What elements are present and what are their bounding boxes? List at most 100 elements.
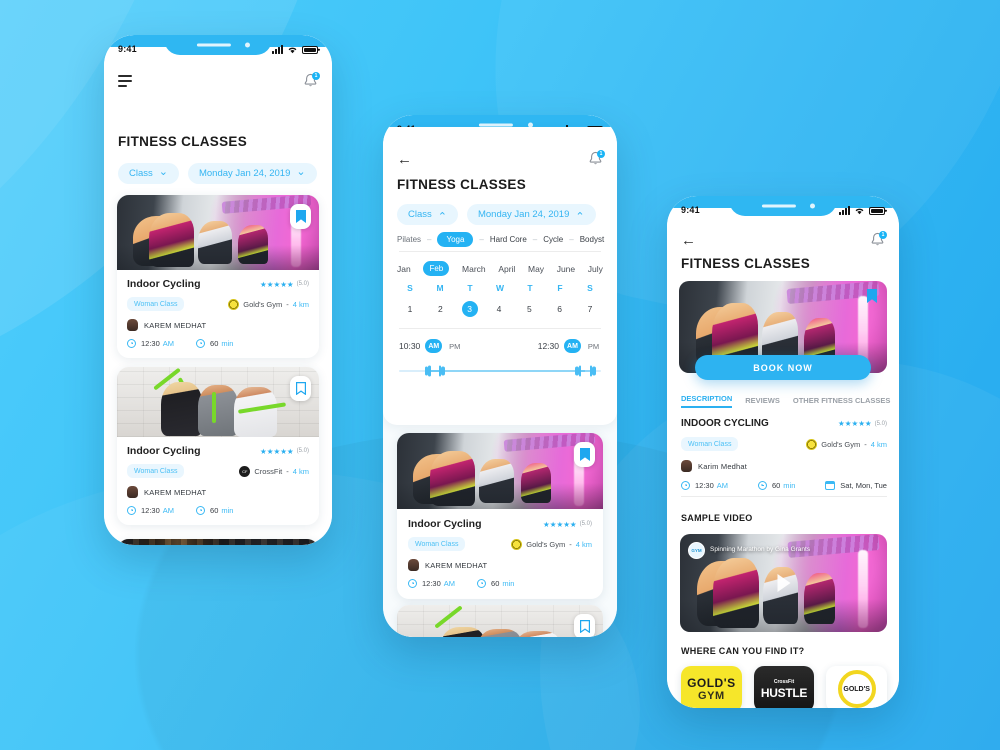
category-row: Pilates – Yoga – Hard Core – Cycle – Bod… [397, 232, 617, 247]
month-march[interactable]: March [462, 264, 486, 274]
class-card[interactable] [117, 539, 319, 545]
page-title: FITNESS CLASSES [118, 134, 248, 149]
tab-other-classes[interactable]: OTHER FITNESS CLASSES [793, 396, 891, 408]
class-time-value: 12:30 [695, 481, 714, 490]
sample-video-player[interactable]: GYM Spinning Marathon by Gina Grants [680, 534, 887, 632]
class-duration: 60 min [757, 481, 795, 490]
day-4[interactable]: 4 [490, 301, 508, 317]
slider-fill [431, 370, 585, 372]
calendar-icon [825, 481, 836, 490]
golds-gym-logo-icon [228, 298, 240, 310]
play-icon[interactable] [777, 574, 790, 592]
month-selector: Jan Feb March April May June July [397, 261, 603, 276]
hamburger-menu-icon[interactable] [118, 75, 132, 87]
day-2[interactable]: 2 [431, 301, 449, 317]
class-card[interactable]: Indoor Cycling ★★★★★ (5.0) Woman Class G… [397, 433, 603, 599]
start-pm-toggle[interactable]: PM [447, 339, 462, 353]
gym-distance: 4 km [292, 299, 309, 309]
tab-description[interactable]: DESCRIPTION [681, 394, 733, 408]
bookmark-icon[interactable] [574, 442, 595, 467]
class-time-unit: AM [443, 579, 456, 588]
phone-filter-screen: 9:41 ← [383, 115, 617, 637]
nav-bar: ← 1 [681, 231, 887, 248]
month-june[interactable]: June [557, 264, 575, 274]
month-feb[interactable]: Feb [423, 261, 450, 276]
crossfit-hustle-line2: HUSTLE [760, 685, 808, 700]
class-card[interactable]: Indoor Cycling ★★★★★ (5.0) Woman Class G… [117, 195, 319, 358]
day-3[interactable]: 3 [461, 301, 478, 317]
month-jan[interactable]: Jan [397, 264, 411, 274]
start-time-block: 10:30 AM PM [399, 339, 462, 353]
end-pm-toggle[interactable]: PM [586, 339, 601, 353]
notification-bell-icon[interactable]: 1 [588, 150, 605, 167]
notification-bell-icon[interactable]: 1 [303, 72, 320, 89]
month-may[interactable]: May [528, 264, 544, 274]
nav-bar: 1 [118, 72, 320, 89]
crossfit-hustle-logo[interactable]: CrossFit HUSTLE [753, 666, 815, 708]
category-bodystyle[interactable]: Bodyst [580, 235, 604, 244]
day-5[interactable]: 5 [520, 301, 538, 317]
notification-bell-icon[interactable]: 1 [870, 231, 887, 248]
divider [681, 496, 887, 497]
class-days-value: Sat, Mon, Tue [840, 481, 887, 490]
slider-handle-left[interactable] [423, 365, 446, 378]
class-card[interactable]: Indoor Cycling ★★★★★ (5.0) Woman Class C… [117, 367, 319, 525]
slider-handle-right[interactable] [574, 365, 597, 378]
end-am-toggle[interactable]: AM [564, 339, 581, 353]
class-time-value: 12:30 [422, 579, 441, 588]
coach-row: Karim Medhat [681, 460, 887, 472]
photo-cyclist [520, 463, 552, 503]
month-april[interactable]: April [498, 264, 515, 274]
class-title-row: Indoor Cycling ★★★★★ (5.0) [127, 445, 309, 457]
handle-plate [579, 365, 582, 377]
bookmark-icon[interactable] [290, 376, 311, 401]
category-yoga[interactable]: Yoga [437, 232, 474, 247]
detail-title-row: INDOOR CYCLING ★★★★★ (5.0) [681, 418, 887, 429]
filter-class-label: Class [408, 209, 432, 220]
filter-date-dropdown[interactable]: Monday Jan 24, 2019 ⌄ [187, 163, 317, 184]
back-arrow-icon[interactable]: ← [397, 152, 412, 167]
class-duration-value: 60 [771, 481, 781, 490]
day-6[interactable]: 6 [551, 301, 569, 317]
coach-avatar [127, 319, 138, 331]
month-july[interactable]: July [588, 264, 603, 274]
handle-plate [428, 365, 431, 377]
wifi-icon [288, 47, 297, 53]
filter-date-dropdown[interactable]: Monday Jan 24, 2019 ⌃ [466, 204, 596, 225]
photo-planks [117, 539, 319, 545]
class-time-unit: AM [162, 339, 175, 348]
class-time-value: 12:30 [141, 506, 160, 515]
clock-icon [196, 506, 206, 515]
day-1[interactable]: 1 [401, 301, 419, 317]
category-cycle[interactable]: Cycle [543, 235, 563, 244]
rating-value: (5.0) [579, 521, 592, 527]
filter-class-dropdown[interactable]: Class ⌃ [397, 204, 458, 225]
clock-icon [127, 339, 136, 348]
bookmark-icon[interactable] [867, 289, 877, 308]
class-time-unit: AM [716, 481, 729, 490]
start-am-toggle[interactable]: AM [425, 339, 443, 353]
golds-gym-round-logo[interactable]: GOLD'S [826, 666, 888, 708]
indoor-cycling-photo [117, 195, 319, 270]
rating-value: (5.0) [874, 420, 887, 427]
tab-reviews[interactable]: REVIEWS [745, 396, 780, 408]
bookmark-icon[interactable] [574, 614, 595, 637]
category-separator: – [427, 235, 432, 244]
channel-avatar-icon: GYM [688, 542, 705, 559]
golds-gym-logo[interactable]: GOLD'S GYM [681, 666, 742, 708]
class-card[interactable] [397, 605, 603, 637]
bookmark-icon[interactable] [290, 204, 311, 229]
gym-distance: 4 km [870, 439, 887, 449]
category-pilates[interactable]: Pilates [397, 235, 421, 244]
dow-w: W [495, 283, 505, 293]
clock-icon [681, 481, 690, 490]
book-now-button[interactable]: BOOK NOW [695, 355, 871, 380]
day-7[interactable]: 7 [581, 301, 599, 317]
category-hard-core[interactable]: Hard Core [490, 235, 527, 244]
gym-info: Gold's Gym - 4 km [511, 538, 592, 550]
filter-class-dropdown[interactable]: Class ⌄ [118, 163, 179, 184]
back-arrow-icon[interactable]: ← [681, 233, 696, 248]
time-range-slider[interactable] [399, 363, 601, 379]
detail-tabs: DESCRIPTION REVIEWS OTHER FITNESS CLASSE… [681, 394, 891, 408]
sample-video-title: SAMPLE VIDEO [681, 513, 753, 523]
